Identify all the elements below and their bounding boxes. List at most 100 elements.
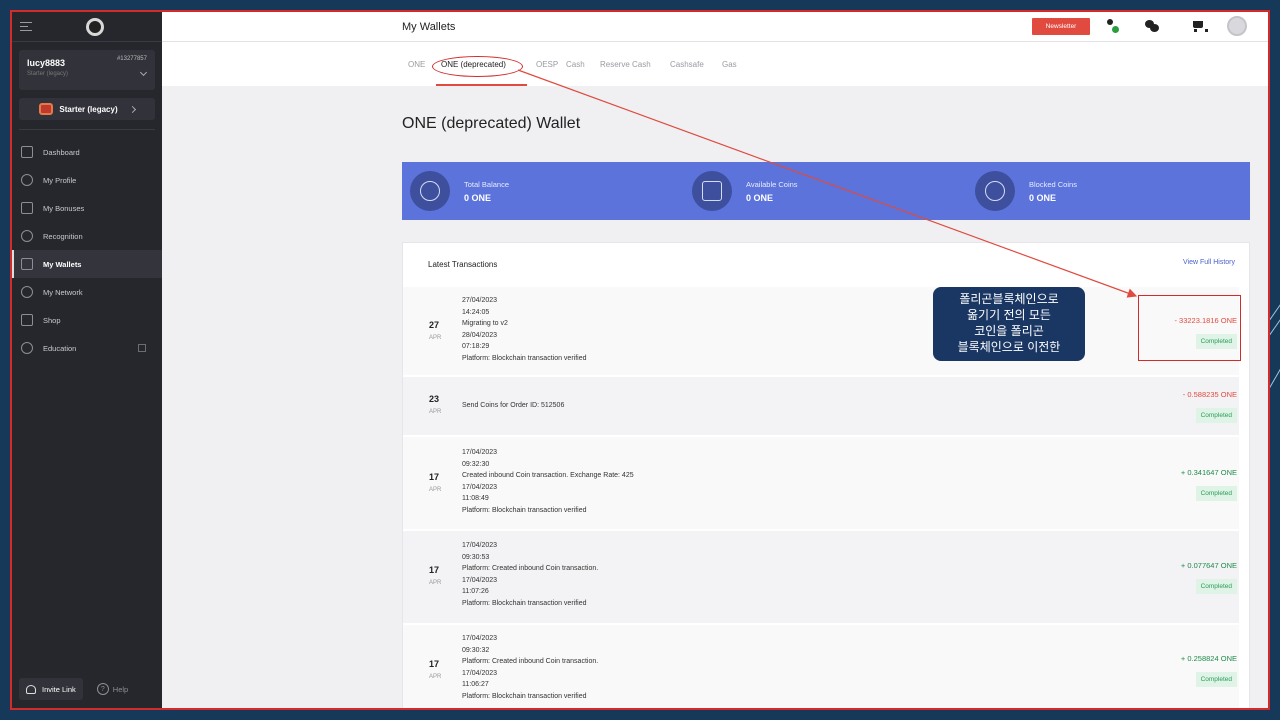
sidebar-top — [12, 12, 162, 42]
wallet-icon — [21, 258, 33, 270]
shield-icon — [975, 171, 1015, 211]
add-user-icon — [26, 684, 36, 694]
education-icon — [21, 342, 33, 354]
tx-details: 17/04/2023 09:30:32 Platform: Created in… — [462, 635, 599, 700]
plan-badge-icon — [39, 103, 54, 115]
tab-cashsafe[interactable]: Cashsafe — [670, 60, 704, 69]
balance-label: Available Coins — [746, 179, 798, 189]
chat-icon[interactable] — [1145, 19, 1159, 33]
status-badge: Completed — [1195, 486, 1237, 501]
logo[interactable] — [86, 17, 104, 36]
table-row[interactable]: 27 APR 27/04/2023 14:24:05 Migrating to … — [403, 287, 1239, 375]
sidebar-nav: Dashboard My Profile My Bonuses Recognit… — [12, 138, 162, 362]
available-coins: Available Coins 0 ONE — [692, 171, 798, 211]
avatar[interactable] — [1227, 16, 1247, 36]
sidebar-item-label: My Wallets — [43, 259, 82, 269]
transactions-card: Latest Transactions View Full History 27… — [402, 242, 1250, 708]
transactions-title: Latest Transactions — [428, 260, 498, 269]
view-full-history-link[interactable]: View Full History — [1183, 259, 1235, 266]
sidebar-item-shop[interactable]: Shop — [12, 306, 162, 334]
sidebar-item-education[interactable]: Education — [12, 334, 162, 362]
table-row[interactable]: 17 APR 17/04/2023 09:30:32 Platform: Cre… — [403, 625, 1239, 708]
active-tab-indicator — [436, 84, 527, 86]
sidebar-item-dashboard[interactable]: Dashboard — [12, 138, 162, 166]
sidebar-item-label: Recognition — [43, 231, 83, 241]
tx-amount: + 0.077647 ONE — [1180, 561, 1237, 570]
total-balance: Total Balance 0 ONE — [410, 171, 509, 211]
wallet-tabs: ONE ONE (deprecated) OESP Cash Reserve C… — [162, 42, 1268, 86]
menu-icon[interactable] — [20, 22, 32, 31]
tab-cash[interactable]: Cash — [566, 60, 585, 69]
invite-link-button[interactable]: Invite Link — [19, 678, 83, 700]
sidebar-item-my-wallets[interactable]: My Wallets — [12, 250, 162, 278]
sidebar-item-my-network[interactable]: My Network — [12, 278, 162, 306]
tx-month: APR — [429, 409, 442, 415]
tab-gas[interactable]: Gas — [722, 60, 737, 69]
balance-value: 0 ONE — [1029, 192, 1057, 203]
gift-icon — [21, 202, 33, 214]
annotation-callout: 폴리곤블록체인으로 옮기기 전의 모든 코인을 폴리곤 블록체인으로 이전한 — [933, 287, 1085, 361]
status-badge: Completed — [1195, 408, 1237, 423]
user-id: #13277857 — [116, 56, 147, 62]
tx-day: 23 — [429, 394, 440, 404]
tab-one[interactable]: ONE — [408, 60, 425, 69]
sidebar-item-label: Shop — [43, 315, 61, 325]
plan-button[interactable]: Starter (legacy) — [19, 98, 155, 120]
balance-summary: Total Balance 0 ONE Available Coins 0 ON… — [402, 162, 1250, 220]
sidebar-item-my-profile[interactable]: My Profile — [12, 166, 162, 194]
table-row[interactable]: 17 APR 17/04/2023 09:30:53 Platform: Cre… — [403, 531, 1239, 623]
newsletter-button[interactable]: Newsletter — [1032, 18, 1090, 35]
page-title: ONE (deprecated) Wallet — [402, 115, 581, 132]
plan-label: Starter (legacy) — [59, 104, 118, 114]
tx-details: 27/04/2023 14:24:05 Migrating to v2 28/0… — [462, 297, 587, 362]
table-row[interactable]: 17 APR 17/04/2023 09:32:30 Created inbou… — [403, 437, 1239, 529]
main-content: My Wallets Newsletter ONE ONE (deprecate… — [162, 12, 1268, 708]
tx-amount: - 0.588235 ONE — [1182, 390, 1237, 399]
chevron-right-icon — [128, 105, 136, 113]
cart-icon — [21, 314, 33, 326]
help-link[interactable]: ? Help — [96, 683, 128, 695]
status-badge: Completed — [1195, 672, 1237, 687]
safe-icon — [692, 171, 732, 211]
tx-details: Send Coins for Order ID: 512506 — [462, 402, 565, 409]
sidebar-item-label: My Profile — [43, 175, 77, 185]
sidebar: lucy8883 #13277857 Starter (legacy) Star… — [12, 12, 162, 708]
sidebar-item-recognition[interactable]: Recognition — [12, 222, 162, 250]
annotation-ellipse — [432, 56, 523, 77]
tx-month: APR — [429, 674, 442, 680]
sidebar-item-label: My Network — [43, 287, 83, 297]
tab-reserve-cash[interactable]: Reserve Cash — [600, 60, 651, 69]
sidebar-bottom: Invite Link ? Help — [19, 678, 128, 700]
cart-icon[interactable] — [1192, 19, 1208, 33]
top-bar: My Wallets Newsletter — [162, 12, 1268, 42]
external-link-icon — [138, 344, 146, 352]
tx-month: APR — [429, 335, 442, 341]
tx-day: 27 — [429, 320, 440, 330]
balance-label: Blocked Coins — [1029, 179, 1077, 189]
tx-day: 17 — [429, 659, 440, 669]
status-badge: Completed — [1195, 579, 1237, 594]
tx-month: APR — [429, 580, 442, 586]
balance-label: Total Balance — [464, 179, 510, 189]
table-row[interactable]: 23 APR Send Coins for Order ID: 512506 -… — [403, 377, 1239, 435]
invite-label: Invite Link — [42, 684, 76, 694]
user-icon — [21, 174, 33, 186]
tx-details: 17/04/2023 09:32:30 Created inbound Coin… — [462, 449, 634, 514]
balance-value: 0 ONE — [464, 192, 492, 203]
tx-details: 17/04/2023 09:30:53 Platform: Created in… — [462, 542, 599, 607]
tab-oesp[interactable]: OESP — [536, 60, 558, 69]
sidebar-item-my-bonuses[interactable]: My Bonuses — [12, 194, 162, 222]
add-user-icon[interactable] — [1105, 19, 1119, 33]
tx-month: APR — [429, 487, 442, 493]
screenshot-frame: lucy8883 #13277857 Starter (legacy) Star… — [10, 10, 1270, 710]
balance-value: 0 ONE — [746, 192, 774, 203]
blocked-coins: Blocked Coins 0 ONE — [975, 171, 1077, 211]
user-card[interactable]: lucy8883 #13277857 Starter (legacy) — [19, 50, 155, 90]
tx-amount: + 0.258824 ONE — [1180, 654, 1237, 663]
tx-day: 17 — [429, 565, 440, 575]
user-level: Starter (legacy) — [27, 71, 69, 77]
coins-icon — [410, 171, 450, 211]
divider — [19, 129, 155, 130]
help-icon: ? — [96, 683, 109, 695]
sidebar-item-label: My Bonuses — [43, 203, 85, 213]
